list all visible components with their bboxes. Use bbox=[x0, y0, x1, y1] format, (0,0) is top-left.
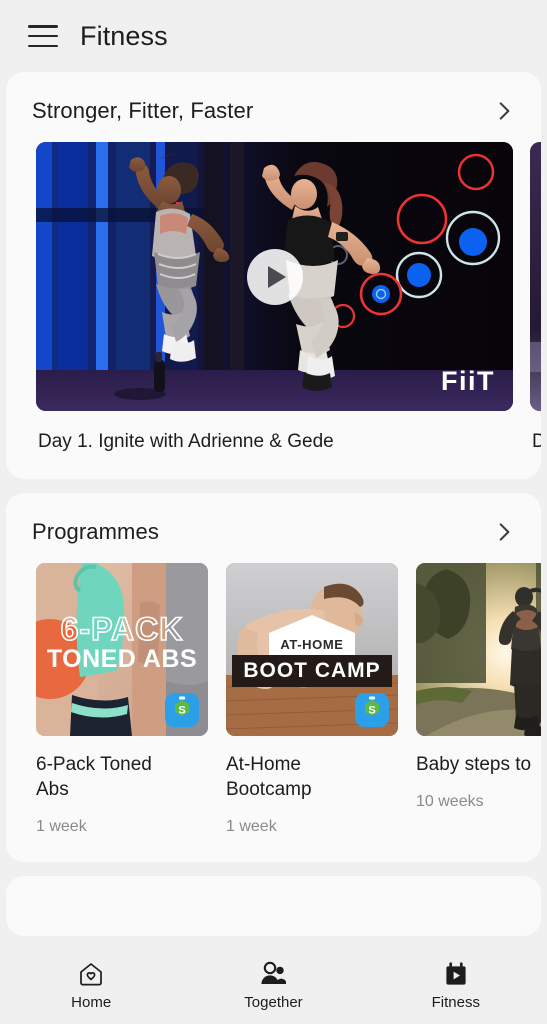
app-header: Fitness bbox=[0, 0, 547, 72]
programme-card[interactable]: AT-HOME BOOT CAMP S At-Home Bootcamp 1 w… bbox=[226, 563, 398, 836]
nav-item-home[interactable]: Home bbox=[0, 948, 182, 1024]
programme-name: 6-Pack Toned Abs bbox=[36, 754, 152, 800]
house-shape: AT-HOME bbox=[269, 615, 355, 659]
workout-image-secondary bbox=[530, 142, 541, 411]
programme-overlay-line2: BOOT CAMP bbox=[243, 659, 381, 682]
calendar-play-icon bbox=[446, 962, 466, 985]
hero-caption: Day 1. Ignite with Adrienne & Gede bbox=[38, 431, 334, 452]
programmes-carousel[interactable]: 6-PACK TONED ABS S 6-Pack Toned Abs 1 we… bbox=[6, 563, 541, 862]
programme-overlay-line1: AT-HOME bbox=[280, 637, 344, 652]
hamburger-menu-icon[interactable] bbox=[28, 25, 58, 47]
home-heart-icon bbox=[80, 963, 103, 986]
page-title: Fitness bbox=[80, 20, 168, 51]
nav-item-together[interactable]: Together bbox=[182, 948, 364, 1024]
programme-thumbnail[interactable] bbox=[416, 563, 541, 736]
runner-sunset-photo bbox=[416, 563, 541, 736]
hero-carousel[interactable]: FiiT Day 1. Ignite with Adrienne & Gede bbox=[6, 142, 541, 479]
fiit-brand-logo: FiiT bbox=[441, 366, 495, 396]
chevron-right-icon[interactable] bbox=[491, 519, 517, 545]
programme-card[interactable]: 6-PACK TONED ABS S 6-Pack Toned Abs 1 we… bbox=[36, 563, 208, 836]
programme-duration: 1 week bbox=[36, 818, 87, 835]
section-title: Stronger, Fitter, Faster bbox=[32, 98, 254, 123]
bootcamp-banner: BOOT CAMP bbox=[232, 655, 392, 687]
people-icon bbox=[261, 961, 287, 984]
svg-text:S: S bbox=[368, 705, 375, 717]
hero-card[interactable]: D bbox=[530, 142, 541, 479]
section-next-peek[interactable] bbox=[6, 876, 541, 936]
programme-thumbnail[interactable]: AT-HOME BOOT CAMP S bbox=[226, 563, 398, 736]
hero-card[interactable]: FiiT Day 1. Ignite with Adrienne & Gede bbox=[36, 142, 513, 479]
nav-label-together: Together bbox=[244, 994, 303, 1011]
svg-text:S: S bbox=[178, 705, 185, 717]
section-header[interactable]: Programmes bbox=[6, 493, 541, 563]
content-scroll-area[interactable]: Stronger, Fitter, Faster FiiT Day 1. Ign… bbox=[0, 72, 547, 948]
programme-duration: 10 weeks bbox=[416, 793, 484, 810]
programme-name: At-Home Bootcamp bbox=[226, 754, 312, 800]
chevron-right-icon[interactable] bbox=[491, 98, 517, 124]
play-icon[interactable] bbox=[246, 248, 303, 305]
hero-thumbnail[interactable] bbox=[530, 142, 541, 411]
section-title: Programmes bbox=[32, 519, 159, 544]
programme-overlay-line2: TONED ABS bbox=[46, 645, 198, 673]
sworkit-app-badge-icon: S bbox=[165, 693, 199, 727]
programme-duration: 1 week bbox=[226, 818, 277, 835]
nav-label-home: Home bbox=[71, 994, 112, 1011]
section-programmes: Programmes 6-PACK TONED ABS S 6-Pack Ton… bbox=[6, 493, 541, 862]
programme-name: Baby steps to bbox=[416, 754, 532, 775]
programme-card[interactable]: Baby steps to 10 weeks bbox=[416, 563, 541, 836]
section-stronger-fitter-faster: Stronger, Fitter, Faster FiiT Day 1. Ign… bbox=[6, 72, 541, 479]
programme-overlay-line1: 6-PACK bbox=[60, 610, 184, 648]
hero-caption: D bbox=[532, 431, 541, 452]
bottom-navigation-bar: Home Together Fitness bbox=[0, 948, 547, 1024]
nav-item-fitness[interactable]: Fitness bbox=[365, 948, 547, 1024]
nav-label-fitness: Fitness bbox=[431, 994, 480, 1011]
hero-thumbnail[interactable]: FiiT bbox=[36, 142, 513, 411]
section-header[interactable]: Stronger, Fitter, Faster bbox=[6, 72, 541, 142]
sworkit-app-badge-icon: S bbox=[355, 693, 389, 727]
programme-thumbnail[interactable]: 6-PACK TONED ABS S bbox=[36, 563, 208, 736]
